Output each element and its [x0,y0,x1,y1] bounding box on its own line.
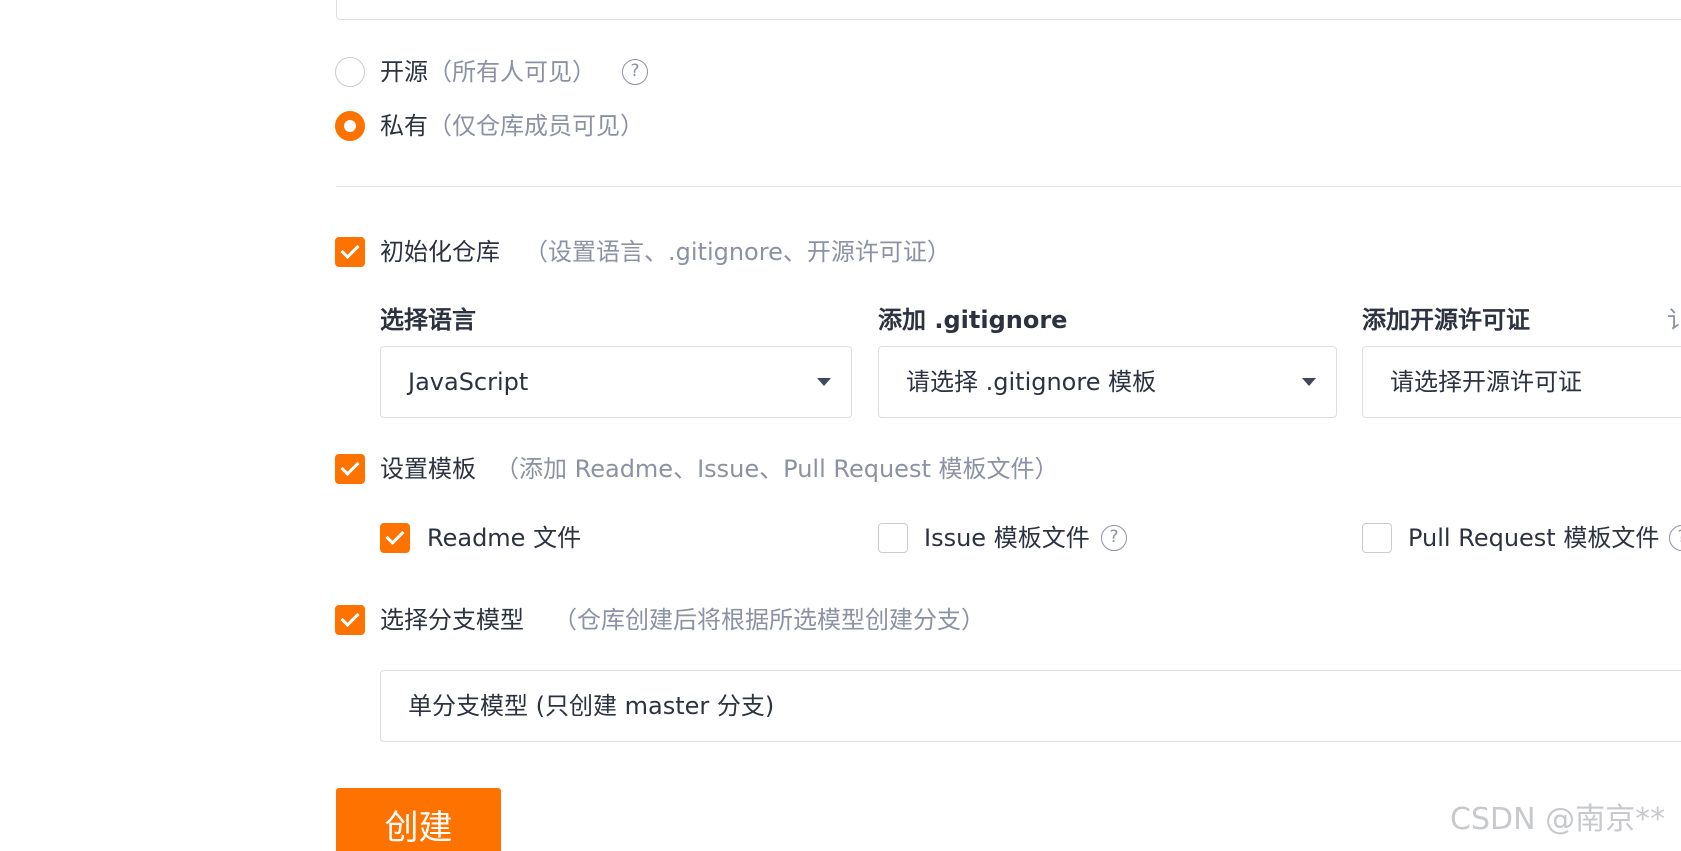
private-radio[interactable] [335,111,365,141]
help-icon[interactable]: ? [1669,525,1681,551]
pr-template-checkbox[interactable] [1362,523,1392,553]
templates-hint: （添加 Readme、Issue、Pull Request 模板文件） [495,455,1059,483]
language-title: 选择语言 [380,306,476,334]
issue-template-checkbox[interactable] [878,523,908,553]
gitignore-value: 请选择 .gitignore 模板 [906,368,1157,396]
caret-down-icon [817,378,831,386]
description-input[interactable] [336,0,1681,20]
templates-checkbox[interactable] [335,454,365,484]
branch-model-checkbox[interactable] [335,605,365,635]
help-icon[interactable]: ? [622,59,648,85]
issue-template-label: Issue 模板文件 [924,524,1090,552]
readme-label: Readme 文件 [427,524,582,552]
init-repo-label: 初始化仓库 [380,238,500,266]
private-hint: （仅仓库成员可见） [428,112,644,140]
license-title: 添加开源许可证 [1362,306,1530,334]
caret-down-icon [1302,378,1316,386]
section-divider [336,186,1681,187]
branch-model-label: 选择分支模型 [380,606,524,634]
public-hint: （所有人可见） [428,58,596,86]
gitignore-select[interactable]: 请选择 .gitignore 模板 [878,346,1337,418]
license-extra-text: 讠 [1667,306,1681,334]
init-repo-checkbox[interactable] [335,237,365,267]
license-value: 请选择开源许可证 [1390,368,1582,396]
templates-label: 设置模板 [380,455,476,483]
license-select[interactable]: 请选择开源许可证 [1362,346,1681,418]
watermark: CSDN @南京** [1450,802,1666,837]
create-button[interactable]: 创建 [336,788,501,851]
branch-model-hint: （仓库创建后将根据所选模型创建分支） [553,606,985,634]
branch-model-value: 单分支模型 (只创建 master 分支) [408,692,775,720]
branch-model-select[interactable]: 单分支模型 (只创建 master 分支) [380,670,1681,742]
help-icon[interactable]: ? [1101,525,1127,551]
init-repo-hint: （设置语言、.gitignore、开源许可证） [524,238,951,266]
public-radio[interactable] [335,57,365,87]
create-repo-form: 开源 （所有人可见） ? 私有 （仅仓库成员可见） 初始化仓库 （设置语言、.g… [0,0,1681,851]
readme-checkbox[interactable] [380,523,410,553]
public-label: 开源 [380,58,428,86]
private-label: 私有 [380,112,428,140]
pr-template-label: Pull Request 模板文件 [1408,524,1660,552]
gitignore-title: 添加 .gitignore [878,306,1068,334]
language-select[interactable]: JavaScript [380,346,852,418]
language-value: JavaScript [408,368,529,396]
